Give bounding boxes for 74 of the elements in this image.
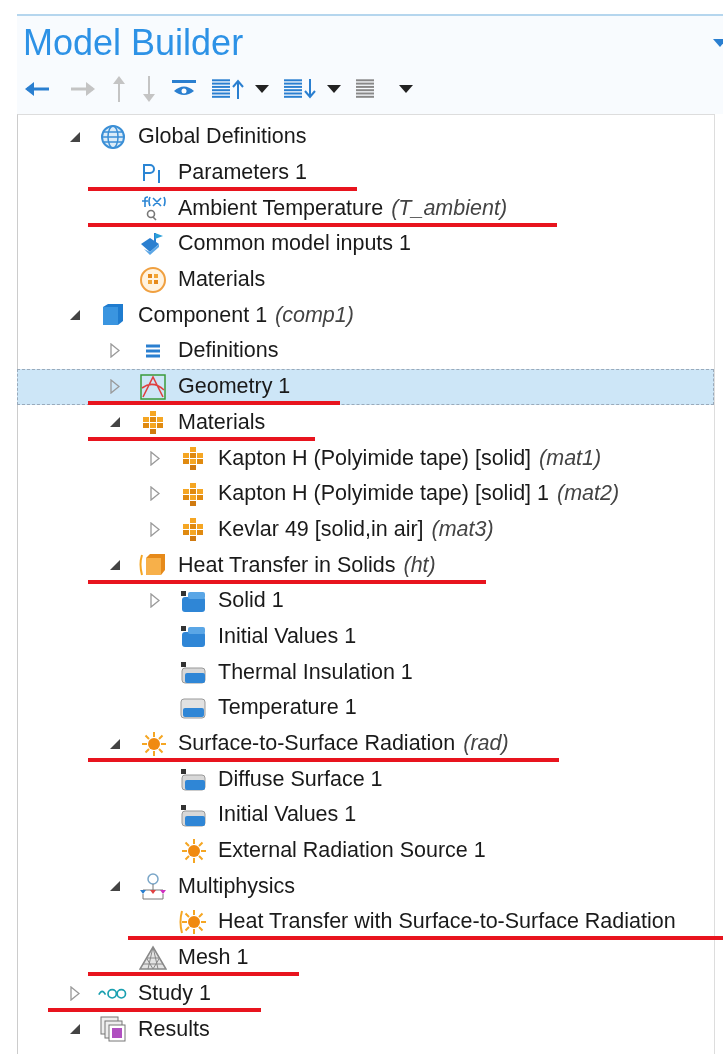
tree-item-label[interactable]: Ambient Temperature bbox=[178, 195, 384, 221]
tree-item-label[interactable]: Global Definitions bbox=[138, 124, 307, 150]
tree-item-label[interactable]: Diffuse Surface 1 bbox=[218, 766, 383, 792]
tree-item-label[interactable]: Surface-to-Surface Radiation bbox=[178, 731, 456, 757]
tree-item-label[interactable]: Parameters 1 bbox=[178, 160, 308, 186]
sun-icon bbox=[179, 907, 207, 936]
panel-title: Model Builder bbox=[23, 22, 244, 64]
tree-item-label[interactable]: Multiphysics bbox=[178, 873, 296, 899]
tree-item-label[interactable]: Heat Transfer with Surface-to-Surface Radiation bbox=[218, 909, 676, 935]
expanded-triangle-icon[interactable] bbox=[109, 559, 121, 572]
material-blocks-icon bbox=[182, 446, 204, 471]
collapsed-triangle-icon[interactable] bbox=[150, 486, 160, 502]
boundary-node-icon bbox=[180, 767, 206, 792]
material-blocks-icon bbox=[142, 410, 164, 435]
tree-item-label[interactable]: Component 1 bbox=[138, 302, 268, 328]
list-up-icon[interactable] bbox=[211, 78, 245, 100]
collapsed-triangle-icon[interactable] bbox=[150, 450, 160, 466]
tree-item-label[interactable]: Kevlar 49 [solid,in air] bbox=[218, 516, 424, 542]
expanded-triangle-icon[interactable] bbox=[109, 880, 121, 893]
multiphysics-icon bbox=[138, 872, 168, 901]
sun-icon bbox=[139, 729, 167, 758]
expanded-triangle-icon[interactable] bbox=[109, 416, 121, 429]
boundary-node-icon bbox=[180, 696, 206, 719]
tree-row-highlight[interactable]: Geometry 1 bbox=[17, 368, 714, 405]
tree-item-tag: (T_ambient) bbox=[391, 195, 508, 221]
list-down-icon[interactable] bbox=[283, 78, 317, 100]
collapsed-triangle-icon[interactable] bbox=[110, 343, 120, 359]
material-blocks-icon bbox=[182, 481, 204, 506]
boundary-node-icon bbox=[180, 660, 206, 685]
caret-icon[interactable] bbox=[327, 84, 341, 94]
tree-item-label[interactable]: Thermal Insulation 1 bbox=[218, 659, 413, 685]
tree-item-label[interactable]: Initial Values 1 bbox=[218, 802, 357, 828]
tree-item-tag: (ht) bbox=[403, 552, 436, 578]
tree-item-label[interactable]: Temperature 1 bbox=[218, 695, 357, 721]
expanded-triangle-icon[interactable] bbox=[69, 309, 81, 322]
expanded-triangle-icon[interactable] bbox=[69, 1023, 81, 1036]
tree-item-label[interactable]: Solid 1 bbox=[218, 588, 284, 614]
caret-icon[interactable] bbox=[255, 84, 269, 94]
domain-node-icon bbox=[180, 624, 206, 649]
tree-item-label[interactable]: Common model inputs 1 bbox=[178, 231, 412, 257]
tree-item-tag: (mat2) bbox=[557, 481, 620, 507]
boundary-node-icon bbox=[180, 802, 206, 827]
collapsed-triangle-icon[interactable] bbox=[150, 593, 160, 609]
tree-item-tag: (rad) bbox=[463, 731, 509, 757]
tree-item-label[interactable]: Materials bbox=[178, 267, 266, 293]
mesh-icon bbox=[139, 944, 167, 971]
domain-node-icon bbox=[180, 588, 206, 613]
tree-item-label[interactable]: Kapton H (Polyimide tape) [solid] bbox=[218, 445, 532, 471]
tree-item-label[interactable]: Heat Transfer in Solids bbox=[178, 552, 396, 578]
expanded-triangle-icon[interactable] bbox=[69, 130, 81, 143]
tree-item-label[interactable]: Results bbox=[138, 1016, 210, 1042]
materials-icon bbox=[139, 265, 167, 294]
tree-item-tag: (mat1) bbox=[539, 445, 602, 471]
tree-item-label[interactable]: Geometry 1 bbox=[178, 374, 291, 400]
tree-item-label[interactable]: External Radiation Source 1 bbox=[218, 838, 486, 864]
tree-item-label[interactable]: Initial Values 1 bbox=[218, 623, 357, 649]
material-blocks-icon bbox=[182, 517, 204, 542]
globe-icon bbox=[100, 123, 126, 150]
collapsed-triangle-icon[interactable] bbox=[150, 521, 160, 537]
results-icon bbox=[99, 1015, 127, 1044]
tree-item-tag: (mat3) bbox=[431, 516, 494, 542]
collapsed-triangle-icon[interactable] bbox=[70, 985, 80, 1001]
caret-icon[interactable] bbox=[399, 84, 413, 94]
geometry-icon bbox=[140, 373, 166, 400]
tree-item-label[interactable]: Mesh 1 bbox=[178, 945, 249, 971]
function-icon bbox=[140, 195, 166, 222]
expanded-triangle-icon[interactable] bbox=[109, 737, 121, 750]
collapsed-triangle-icon[interactable] bbox=[110, 379, 120, 395]
tree-item-label[interactable]: Materials bbox=[178, 409, 266, 435]
tree-item-label[interactable]: Kapton H (Polyimide tape) [solid] 1 bbox=[218, 481, 550, 507]
sun-icon bbox=[179, 836, 207, 865]
tree-item-label[interactable]: Definitions bbox=[178, 338, 279, 364]
tree-item-tag: (comp1) bbox=[275, 302, 354, 328]
tree-item-label[interactable]: Study 1 bbox=[138, 980, 211, 1006]
